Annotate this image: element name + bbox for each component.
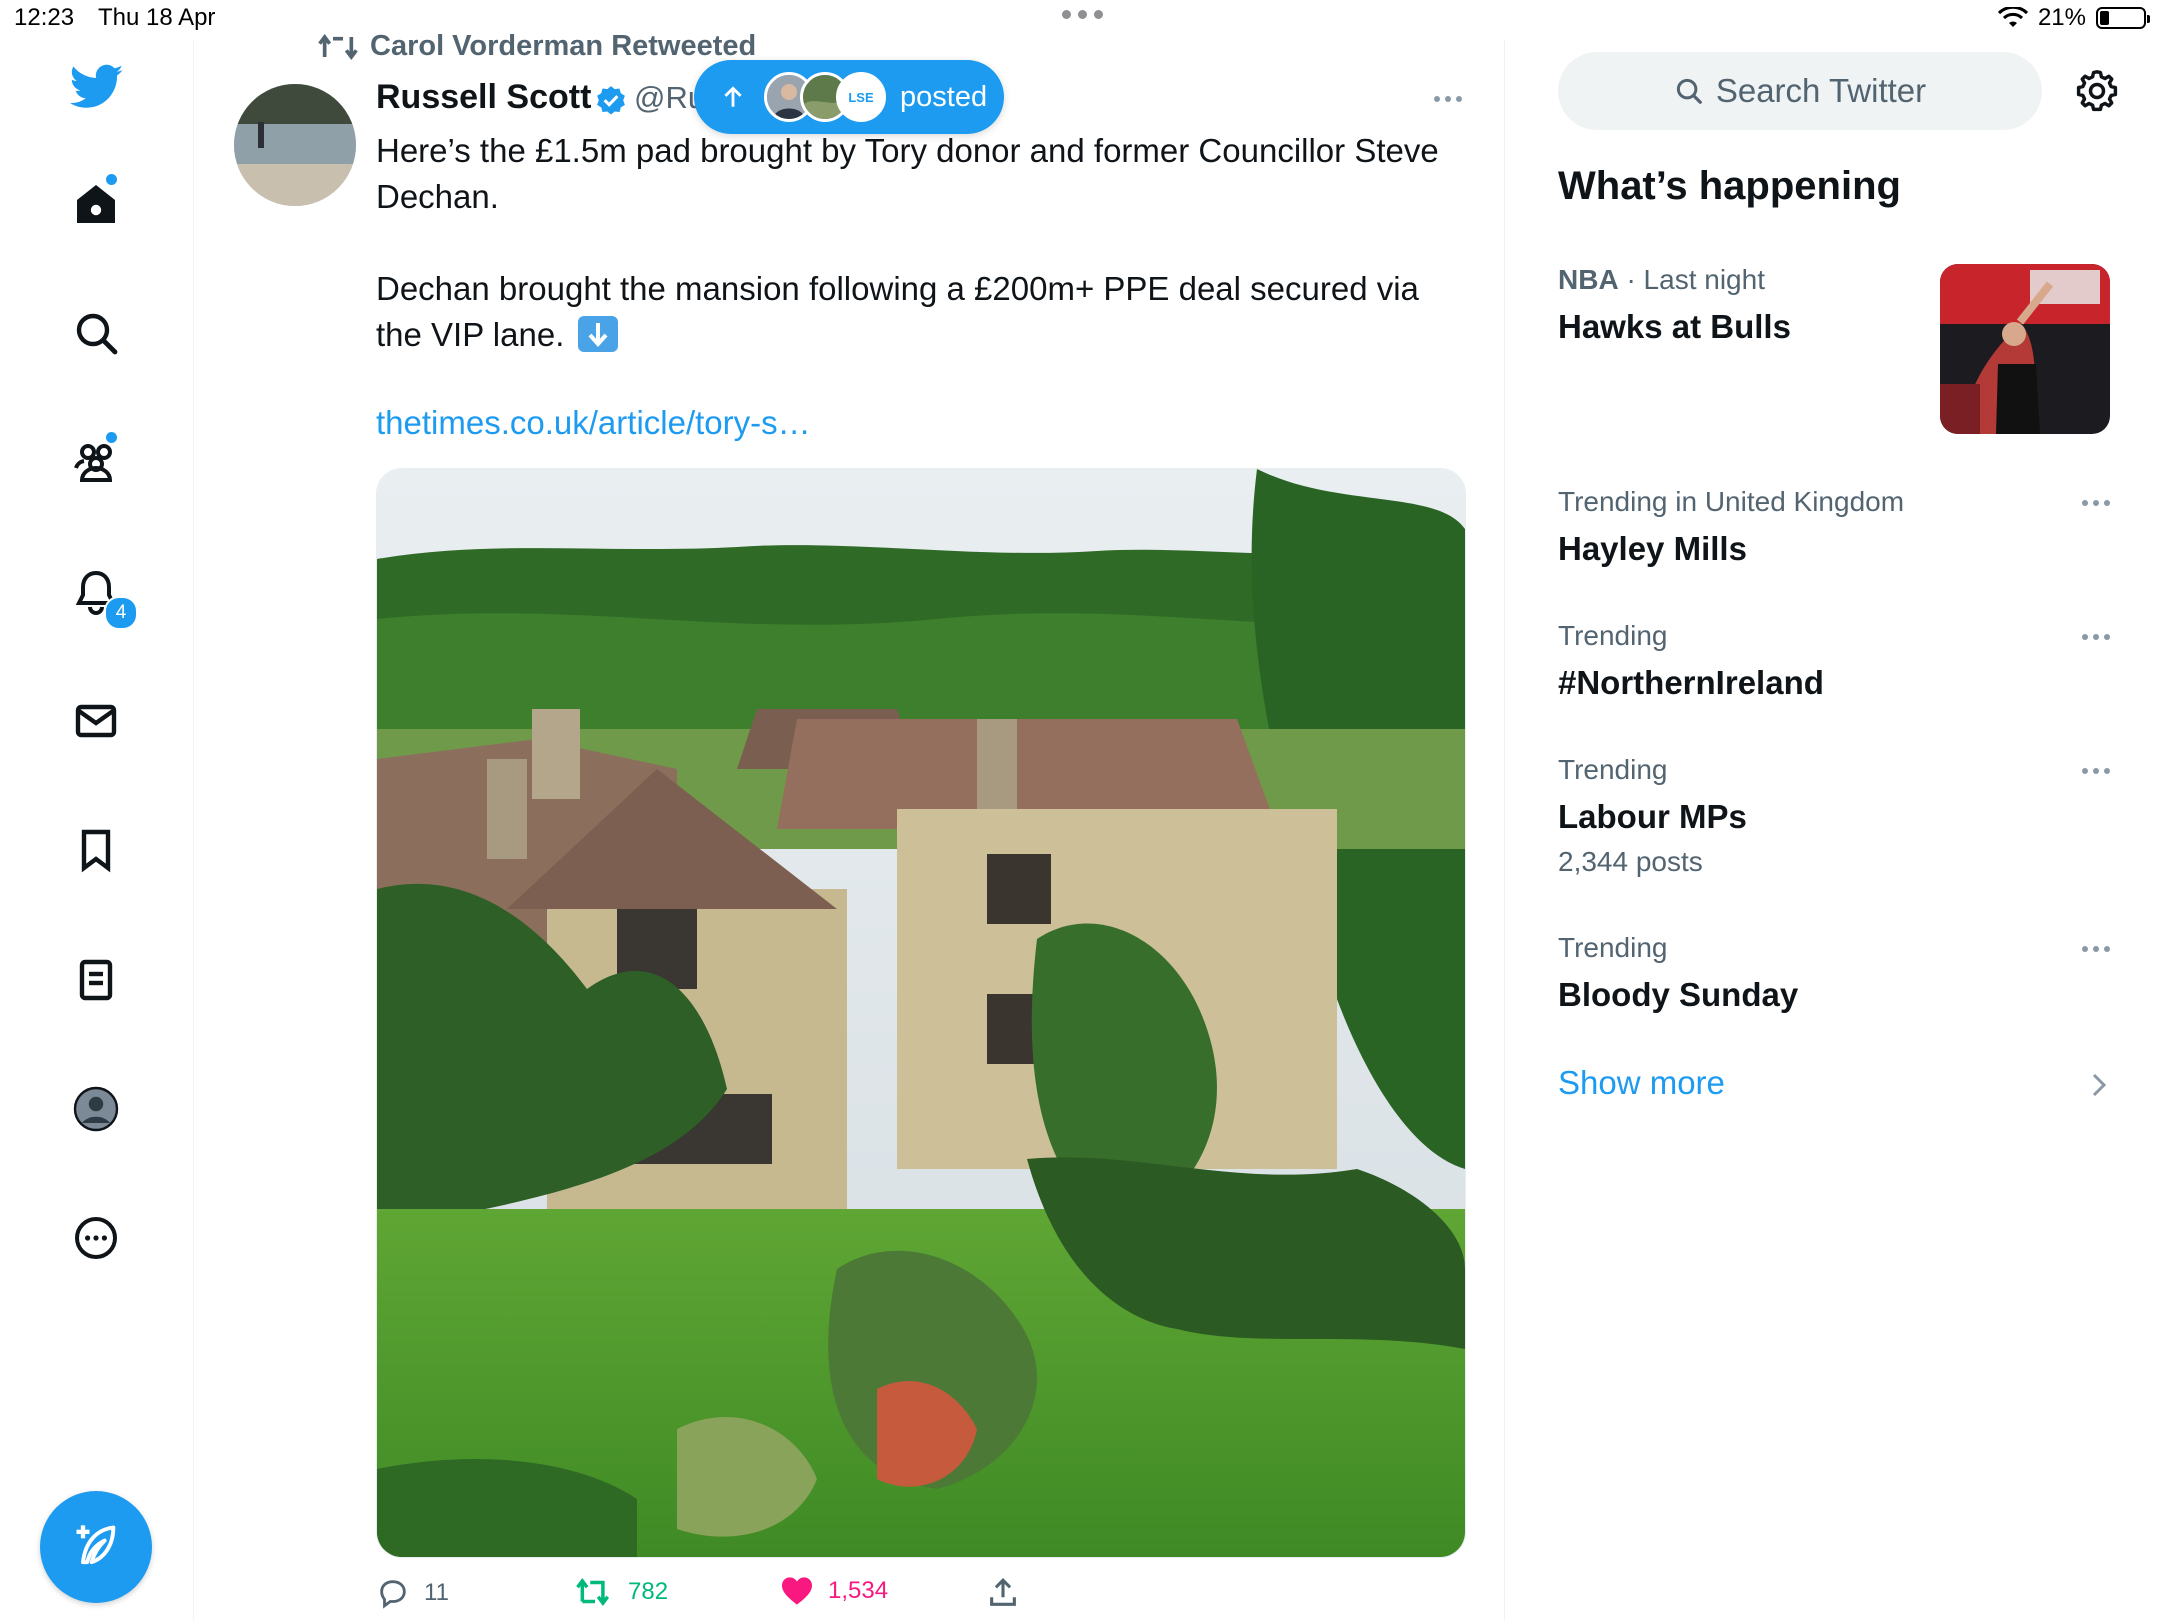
retweet-count: 782	[628, 1578, 669, 1605]
twitter-logo-icon[interactable]	[70, 64, 124, 110]
retweet-small-icon	[318, 33, 358, 60]
trend-title[interactable]: #NorthernIreland	[1558, 664, 1824, 702]
tweet-actions: 11 782 1,534	[376, 1576, 1464, 1616]
trend-title[interactable]: Labour MPs	[1558, 798, 1747, 836]
reply-count: 11	[424, 1579, 449, 1606]
search-input[interactable]: Search Twitter	[1558, 52, 2042, 130]
reply-icon	[380, 1580, 406, 1609]
status-time: 12:23	[14, 4, 75, 31]
status-right: 21%	[1997, 4, 2150, 32]
bookmark-icon	[81, 829, 111, 873]
tweet-body: Here’s the £1.5m pad brought by Tory don…	[376, 132, 1439, 353]
trend-time: · Last night	[1618, 264, 1765, 295]
communities-icon	[74, 444, 113, 482]
compose-button[interactable]	[40, 1491, 152, 1603]
tweet-link[interactable]: thetimes.co.uk/article/tory-s…	[376, 404, 811, 442]
mail-icon	[75, 704, 117, 738]
left-navigation: 4	[0, 40, 194, 1620]
nav-lists[interactable]	[58, 942, 134, 1018]
author-name[interactable]: Russell Scott	[376, 78, 591, 117]
home-unread-dot	[104, 172, 119, 187]
nav-more[interactable]	[58, 1200, 134, 1276]
trend-more-icon[interactable]	[2082, 946, 2110, 952]
arrow-up-icon	[724, 86, 742, 107]
reply-button[interactable]: 11	[376, 1576, 449, 1610]
search-placeholder: Search Twitter	[1715, 72, 1927, 109]
whats-happening-heading: What’s happening	[1558, 164, 1901, 208]
down-arrow-emoji-icon	[577, 316, 618, 352]
retweet-icon	[576, 1578, 610, 1606]
multitasking-dots-icon[interactable]	[1062, 10, 1103, 19]
trend-meta: Trending in United Kingdom	[1558, 486, 1905, 517]
pill-avatar-3: LSE	[836, 72, 886, 122]
new-posts-pill[interactable]: LSE posted	[694, 60, 1004, 134]
nav-bookmarks[interactable]	[58, 812, 134, 888]
trend-category: NBA	[1558, 264, 1619, 295]
share-icon	[990, 1578, 1016, 1606]
trend-title[interactable]: Hawks at Bulls	[1558, 308, 1791, 346]
nav-messages[interactable]	[58, 683, 134, 759]
trend-more-icon[interactable]	[2082, 500, 2110, 506]
search-icon	[76, 313, 118, 355]
compose-feather-icon	[76, 1525, 116, 1565]
nav-profile[interactable]	[58, 1071, 134, 1147]
like-button[interactable]: 1,534	[780, 1576, 888, 1606]
retweet-context: Carol Vorderman Retweeted	[318, 30, 756, 63]
tweet-image[interactable]	[376, 468, 1466, 1558]
trend-more-icon[interactable]	[2082, 634, 2110, 640]
notifications-badge: 4	[104, 596, 138, 630]
retweet-button[interactable]: 782	[576, 1576, 668, 1608]
tweet-text: Here’s the £1.5m pad brought by Tory don…	[376, 128, 1456, 358]
nav-explore[interactable]	[58, 295, 134, 371]
heart-icon	[782, 1577, 812, 1605]
trend-meta: Trending	[1558, 620, 1668, 651]
trend-meta: NBA · Last night	[1558, 264, 1765, 296]
status-date: Thu 18 Apr	[98, 4, 216, 31]
trend-meta: Trending	[1558, 754, 1668, 785]
more-circle-icon	[75, 1217, 117, 1259]
wifi-icon	[1997, 7, 2028, 27]
profile-icon	[73, 1086, 119, 1132]
like-count: 1,534	[828, 1577, 889, 1604]
home-icon	[77, 185, 115, 223]
share-button[interactable]	[986, 1576, 1020, 1610]
trend-meta: Trending	[1558, 932, 1668, 963]
gear-icon[interactable]	[2074, 68, 2120, 114]
trend-thumbnail[interactable]	[1940, 264, 2110, 434]
tweet-more-icon[interactable]	[1434, 96, 1462, 102]
verified-badge-icon	[597, 86, 625, 115]
search-icon	[1676, 78, 1702, 104]
trend-post-count: 2,344 posts	[1558, 846, 1703, 877]
trend-title[interactable]: Bloody Sunday	[1558, 976, 1798, 1014]
trend-title[interactable]: Hayley Mills	[1558, 530, 1747, 568]
new-posts-label: posted	[900, 80, 988, 113]
pill-avatar-3-text: LSE	[848, 89, 874, 105]
retweeted-by-label[interactable]: Carol Vorderman Retweeted	[370, 30, 756, 63]
chevron-right-icon[interactable]	[2086, 1070, 2112, 1100]
author-avatar[interactable]	[234, 84, 356, 206]
nav-home[interactable]	[58, 166, 134, 242]
battery-percent: 21%	[2037, 4, 2086, 31]
nav-communities[interactable]	[58, 424, 134, 500]
list-icon	[79, 959, 113, 1001]
show-more-link[interactable]: Show more	[1558, 1064, 1725, 1102]
communities-unread-dot	[104, 430, 119, 445]
trend-more-icon[interactable]	[2082, 768, 2110, 774]
battery-icon	[2096, 7, 2150, 29]
